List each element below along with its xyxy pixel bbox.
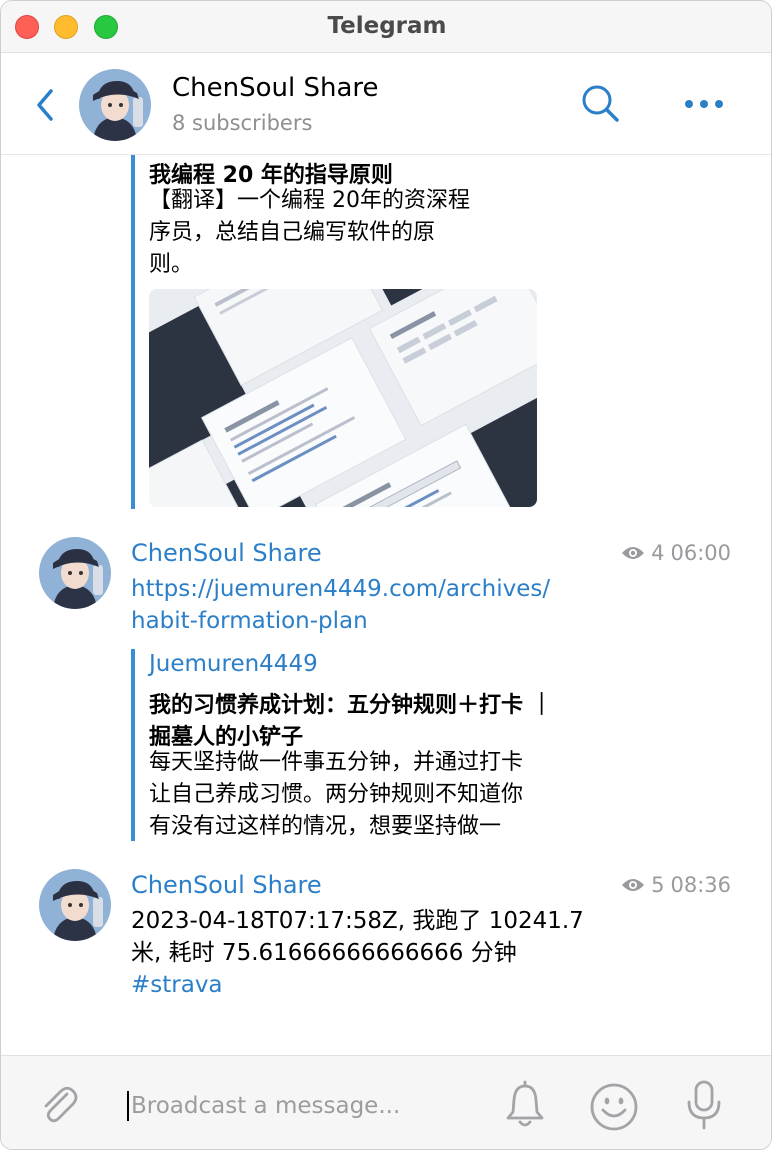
preview-text-line: 则。 (149, 252, 194, 277)
more-button[interactable] (681, 91, 727, 117)
preview-text-line: 让自己养成习惯。两分钟规则不知道你 (149, 782, 524, 807)
more-dots-icon (685, 100, 723, 108)
message-time: 06:00 (670, 541, 731, 565)
message-list[interactable]: 我编程 20 年的指导原则 【翻译】一个编程 20年的资深程 序员，总结自己编写… (1, 155, 771, 1055)
microphone-icon (687, 1080, 721, 1130)
link-preview[interactable]: 我编程 20 年的指导原则 【翻译】一个编程 20年的资深程 序员，总结自己编写… (131, 155, 551, 509)
telegram-window: Telegram ChenSoul Share 8 subscribers 我编… (0, 0, 772, 1150)
back-chevron-icon (37, 89, 53, 121)
search-icon (582, 85, 619, 122)
hashtag-link[interactable]: #strava (131, 969, 223, 1001)
channel-avatar[interactable] (79, 69, 151, 141)
chat-header: ChenSoul Share 8 subscribers (1, 53, 771, 155)
message-meta: 4 06:00 (621, 541, 731, 565)
window-title: Telegram (327, 13, 447, 39)
views-eye-icon (622, 547, 645, 559)
view-count: 4 (651, 541, 665, 565)
message-avatar[interactable] (39, 537, 111, 609)
bell-icon (506, 1080, 544, 1127)
attach-button[interactable] (37, 1082, 83, 1128)
paperclip-icon (44, 1086, 78, 1123)
preview-text-line: 序员，总结自己编写软件的原 (149, 220, 436, 245)
link-preview[interactable]: Juemuren4449 我的习惯养成计划：五分钟规则＋打卡 ｜ 掘墓人的小铲子… (131, 649, 631, 841)
preview-screenshot-collage (149, 289, 537, 507)
preview-text-line: 每天坚持做一件事五分钟，并通过打卡 (149, 750, 524, 775)
preview-image[interactable] (149, 289, 537, 507)
message-composer (1, 1055, 771, 1149)
message-meta: 5 08:36 (621, 873, 731, 897)
avatar-image (39, 537, 111, 609)
emoji-icon (590, 1083, 638, 1131)
view-count: 5 (651, 873, 665, 897)
subscriber-count: 8 subscribers (172, 111, 313, 135)
avatar-image (79, 69, 151, 141)
message-avatar[interactable] (39, 869, 111, 941)
notification-bell-button[interactable] (501, 1080, 549, 1130)
message-input[interactable] (131, 1088, 461, 1124)
message-text-line: 2023-04-18T07:17:58Z, 我跑了 10241.7 (131, 908, 584, 934)
preview-site-name: Juemuren4449 (149, 651, 318, 677)
message-author[interactable]: ChenSoul Share (131, 871, 322, 899)
message-link[interactable]: habit-formation-plan (131, 605, 368, 637)
preview-text-line: 【翻译】一个编程 20年的资深程 (149, 188, 470, 213)
channel-name[interactable]: ChenSoul Share (172, 73, 379, 103)
voice-message-button[interactable] (681, 1078, 727, 1132)
message-link[interactable]: https://juemuren4449.com/archives/ (131, 573, 550, 605)
message-time: 08:36 (670, 873, 731, 897)
emoji-button[interactable] (589, 1082, 639, 1132)
message-text-line: 米, 耗时 75.61666666666666 分钟 (131, 940, 517, 966)
preview-title: 我的习惯养成计划：五分钟规则＋打卡 ｜ (149, 693, 553, 718)
search-button[interactable] (577, 81, 623, 127)
message-input-wrap[interactable] (127, 1088, 467, 1124)
preview-text-line: 有没有过这样的情况，想要坚持做一 (149, 814, 502, 839)
back-button[interactable] (31, 85, 61, 125)
title-bar: Telegram (1, 1, 771, 53)
message-author[interactable]: ChenSoul Share (131, 539, 322, 567)
text-cursor (127, 1091, 129, 1121)
avatar-image (39, 869, 111, 941)
views-eye-icon (622, 879, 645, 891)
